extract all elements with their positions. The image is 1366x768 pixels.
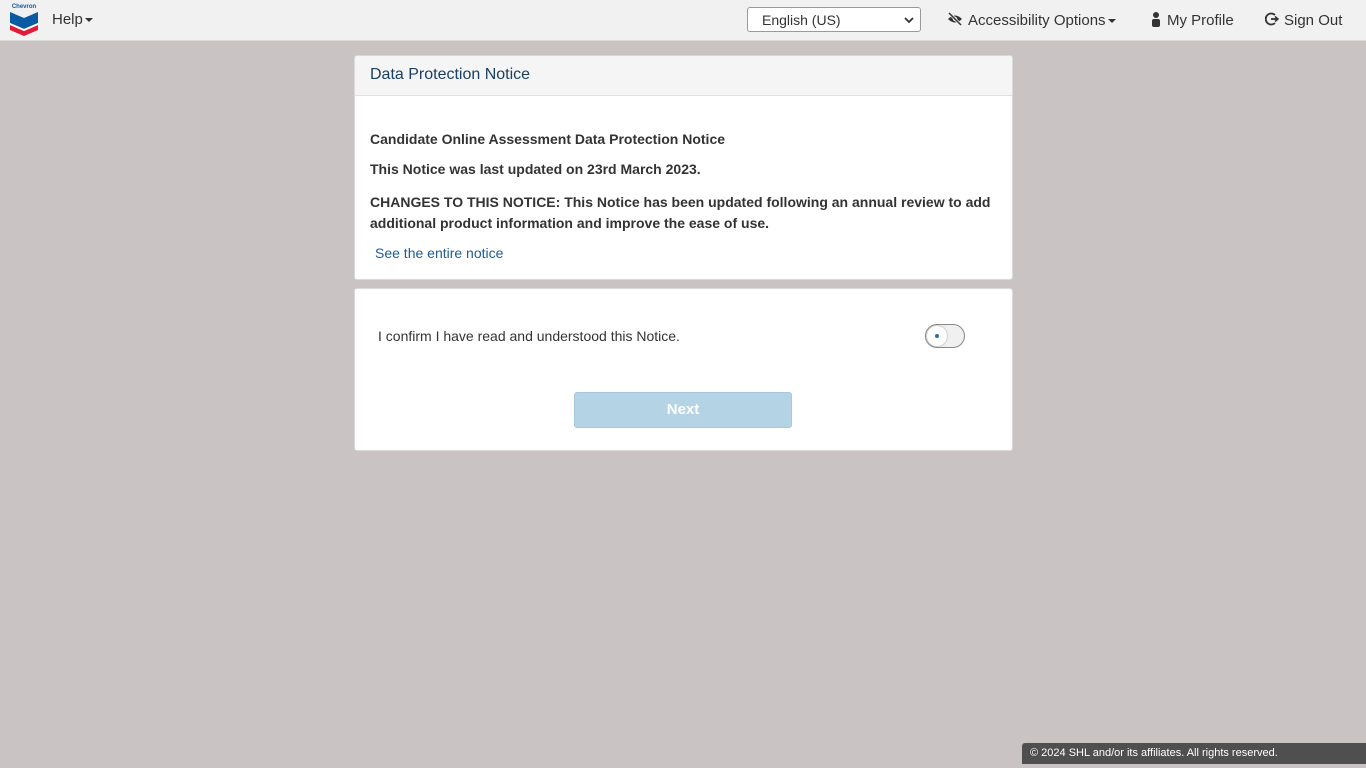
logo-text: Chevron xyxy=(11,4,37,10)
eye-slash-icon xyxy=(947,11,963,27)
see-entire-notice-link[interactable]: See the entire notice xyxy=(375,245,503,261)
caret-down-icon xyxy=(1107,19,1116,24)
language-select[interactable]: English (US) xyxy=(747,7,921,32)
card-title: Data Protection Notice xyxy=(370,66,531,83)
sign-out-icon xyxy=(1264,12,1280,26)
next-button[interactable]: Next xyxy=(574,392,792,428)
confirm-card: I confirm I have read and understood thi… xyxy=(354,288,1013,451)
user-icon xyxy=(1152,12,1160,27)
accessibility-options-label: Accessibility Options xyxy=(968,12,1106,29)
language-selected: English (US) xyxy=(762,12,841,28)
footer-copyright: © 2024 SHL and/or its affiliates. All ri… xyxy=(1022,743,1366,764)
caret-down-icon xyxy=(84,18,93,23)
notice-heading: Candidate Online Assessment Data Protect… xyxy=(370,131,726,147)
my-profile-link[interactable]: My Profile xyxy=(1150,11,1234,29)
confirm-label: I confirm I have read and understood thi… xyxy=(378,328,680,344)
top-navbar: Chevron Help English (US) Accessibility … xyxy=(0,0,1366,41)
sign-out-label: Sign Out xyxy=(1284,12,1343,29)
accessibility-options-menu[interactable]: Accessibility Options xyxy=(947,11,1116,29)
card-header: Data Protection Notice xyxy=(355,56,1012,96)
notice-changes-text: CHANGES TO THIS NOTICE: This Notice has … xyxy=(370,194,991,231)
chevron-logo[interactable]: Chevron xyxy=(9,4,39,36)
help-menu[interactable]: Help xyxy=(52,11,93,28)
chevron-down-icon xyxy=(904,17,914,24)
confirm-toggle[interactable] xyxy=(925,324,965,348)
help-label: Help xyxy=(52,11,83,28)
notice-updated-date: This Notice was last updated on 23rd Mar… xyxy=(370,161,701,177)
my-profile-label: My Profile xyxy=(1167,12,1234,29)
toggle-dot-icon xyxy=(935,334,939,338)
data-protection-notice-card: Data Protection Notice Candidate Online … xyxy=(354,55,1013,280)
sign-out-link[interactable]: Sign Out xyxy=(1264,11,1343,29)
toggle-knob xyxy=(927,326,947,346)
